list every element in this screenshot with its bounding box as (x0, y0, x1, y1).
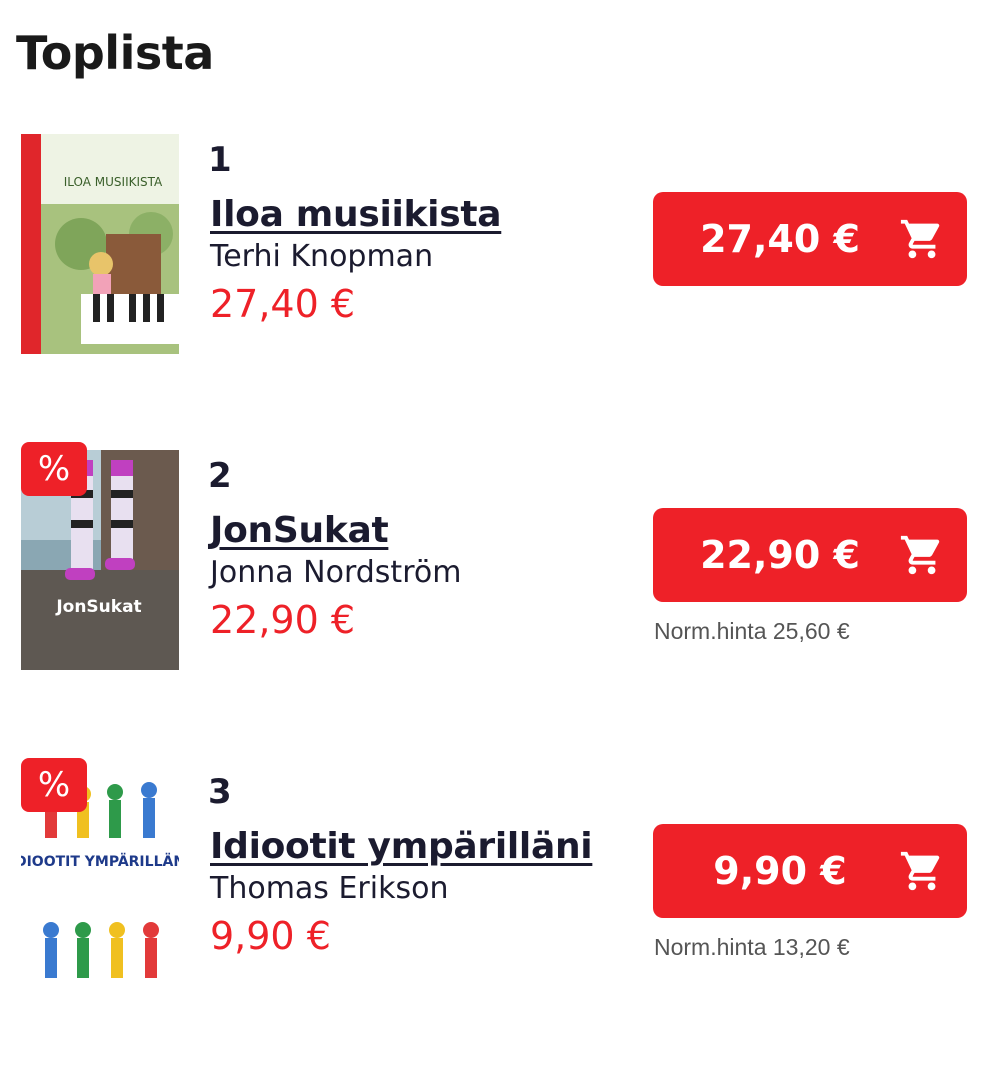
rank-number: 1 (208, 140, 232, 180)
page-title: Toplista (16, 26, 214, 80)
add-to-cart-button[interactable]: 9,90 € (653, 824, 967, 918)
product-title-link[interactable]: JonSukat (210, 510, 389, 551)
book-cover[interactable]: ILOA MUSIIKISTA (21, 134, 179, 354)
cart-button-price: 27,40 € (700, 217, 860, 261)
normal-price: Norm.hinta 25,60 € (654, 618, 850, 644)
add-to-cart-button[interactable]: 27,40 € (653, 192, 967, 286)
shopping-cart-icon (900, 219, 940, 259)
product-item: IDIOOTIT YMPÄRILLÄNI % 3 Idiootit ympäri… (0, 758, 988, 1006)
product-author: Terhi Knopman (210, 239, 434, 274)
rank-number: 2 (208, 456, 232, 496)
product-author: Thomas Erikson (210, 871, 449, 906)
discount-badge: % (21, 758, 87, 812)
book-cover-image: ILOA MUSIIKISTA (21, 134, 179, 354)
shopping-cart-icon (900, 851, 940, 891)
discount-badge: % (21, 442, 87, 496)
rank-number: 3 (208, 772, 232, 812)
product-price: 9,90 € (210, 914, 331, 958)
cart-button-price: 9,90 € (713, 849, 847, 893)
product-title-link[interactable]: Iloa musiikista (210, 194, 502, 235)
product-price: 22,90 € (210, 598, 356, 642)
product-price: 27,40 € (210, 282, 356, 326)
cover-title-text: ILOA MUSIIKISTA (64, 175, 163, 189)
shopping-cart-icon (900, 535, 940, 575)
normal-price: Norm.hinta 13,20 € (654, 934, 850, 960)
product-item: JonSukat % 2 JonSukat Jonna Nordström 22… (0, 442, 988, 690)
cover-title-text: IDIOOTIT YMPÄRILLÄNI (21, 853, 179, 870)
add-to-cart-button[interactable]: 22,90 € (653, 508, 967, 602)
cover-title-text: JonSukat (55, 597, 141, 617)
product-title-link[interactable]: Idiootit ympärilläni (210, 826, 593, 867)
cart-button-price: 22,90 € (700, 533, 860, 577)
product-item: ILOA MUSIIKISTA 1 Iloa musiikista Terhi … (0, 134, 988, 374)
product-author: Jonna Nordström (210, 555, 462, 590)
